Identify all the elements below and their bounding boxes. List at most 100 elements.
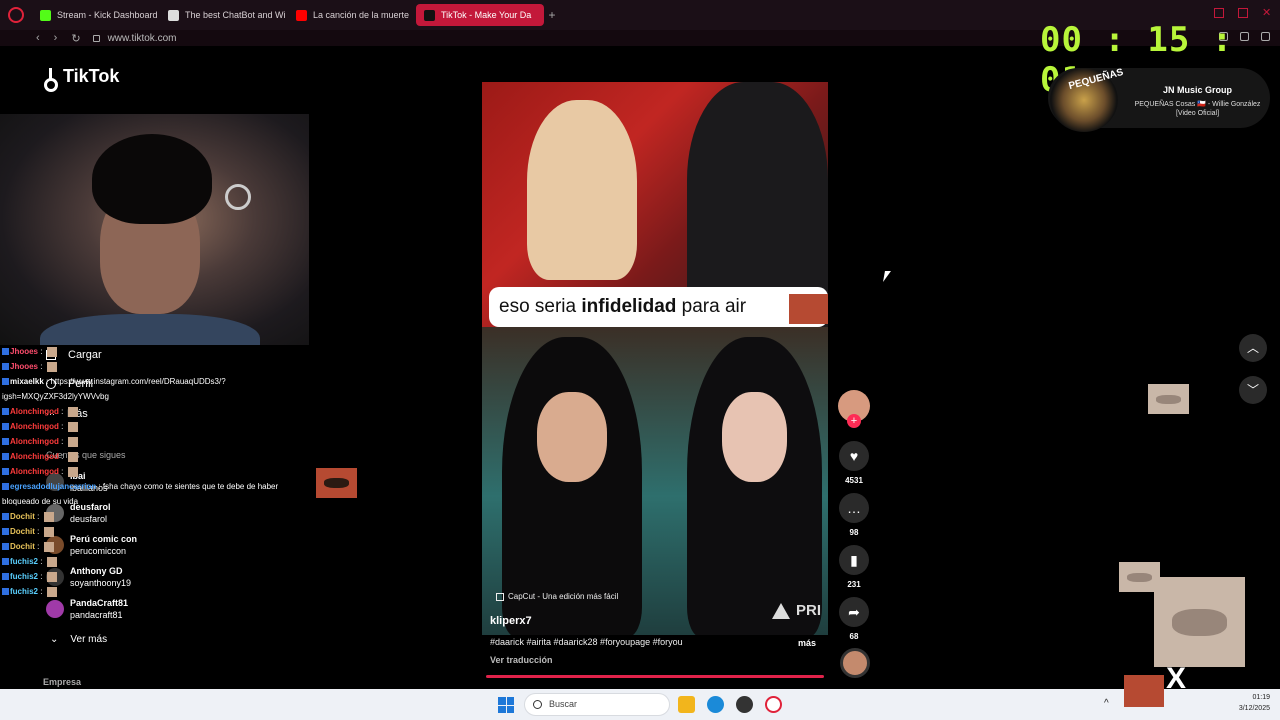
chat-username[interactable]: Alonchingod [10, 407, 59, 416]
chat-username[interactable]: fuchis2 [10, 587, 38, 596]
music-disc-icon[interactable] [840, 648, 870, 678]
cat-emote-image [1154, 577, 1245, 667]
chat-username[interactable]: Jhooes [10, 347, 38, 356]
chat-username[interactable]: Dochit [10, 512, 35, 521]
maximize-button[interactable] [1238, 8, 1248, 18]
chat-username[interactable]: Jhooes [10, 362, 38, 371]
video-hashtags[interactable]: #daarick #airita #daarick28 #foryoupage … [490, 637, 683, 647]
translate-link[interactable]: Ver traducción [490, 655, 553, 665]
chat-emote-icon [46, 361, 57, 372]
opera-logo-icon[interactable] [8, 7, 24, 23]
like-button[interactable]: ♥ 4531 [839, 441, 869, 485]
chat-message: fuchis2 : [2, 554, 302, 569]
window-controls: ✕ [1214, 8, 1272, 19]
chat-username[interactable]: fuchis2 [10, 557, 38, 566]
screen: Stream - Kick Dashboard The best ChatBot… [0, 0, 1280, 720]
comment-icon: … [839, 493, 869, 523]
chat-message: Alonchingod : [2, 464, 302, 479]
chat-username[interactable]: Alonchingod [10, 422, 59, 431]
previous-video-button[interactable]: ︿ [1239, 334, 1267, 362]
new-tab-button[interactable]: + [544, 7, 560, 23]
capcut-watermark: CapCut - Una edición más fácil [496, 592, 618, 601]
chevron-up-icon[interactable]: ^ [1104, 698, 1109, 709]
comment-button[interactable]: … 98 [839, 493, 869, 537]
chat-message: Dochit : [2, 539, 302, 554]
chat-message: Jhooes : [2, 359, 302, 374]
file-explorer-icon[interactable] [678, 696, 695, 713]
chat-emote-icon [67, 406, 78, 417]
chat-username[interactable]: Alonchingod [10, 452, 59, 461]
share-icon: ➦ [839, 597, 869, 627]
taskbar-emote-image [1124, 675, 1164, 707]
chat-text: bloqueado de su vida [2, 497, 79, 506]
video-progress-bar[interactable] [486, 675, 824, 678]
follow-plus-icon[interactable]: + [847, 414, 861, 428]
chat-message: igsh=MXQyZXF3d2lyYWVvbg [2, 389, 302, 404]
chat-badge-icon [2, 378, 9, 386]
tab-label: TikTok - Make Your Da [441, 10, 532, 20]
taskbar-clock[interactable]: 01:19 3/12/2025 [1239, 692, 1270, 714]
minimize-button[interactable] [1214, 8, 1224, 18]
chat-message: fuchis2 : [2, 569, 302, 584]
tiktok-note-icon [44, 67, 58, 92]
edge-browser-icon[interactable] [707, 696, 724, 713]
chat-message: Jhooes : [2, 344, 302, 359]
following-account[interactable]: PandaCraft81 pandacraft81 [46, 597, 128, 621]
chat-username[interactable]: Alonchingod [10, 467, 59, 476]
chat-badge-icon [2, 573, 9, 581]
chat-message: mixaelkk : https://www.instagram.com/ree… [2, 374, 302, 389]
chat-badge-icon [2, 468, 9, 476]
chevron-down-icon: ⌄ [50, 634, 59, 645]
company-link[interactable]: Empresa [43, 677, 81, 687]
chat-emote-icon [46, 346, 57, 357]
chat-emote-icon [67, 466, 78, 477]
chat-username[interactable]: Dochit [10, 527, 35, 536]
forward-icon[interactable]: › [54, 32, 58, 45]
close-window-button[interactable]: ✕ [1262, 8, 1272, 19]
tiktok-tab-icon [424, 9, 435, 21]
save-button[interactable]: ▮ 231 [839, 545, 869, 589]
see-more-button[interactable]: ⌄ Ver más [50, 634, 107, 645]
video-watermark: PRI [772, 602, 821, 619]
streamer-webcam [0, 114, 309, 345]
mouse-cursor-icon [883, 271, 891, 282]
next-video-button[interactable]: ﹀ [1239, 376, 1267, 404]
chat-message: Alonchingod : [2, 434, 302, 449]
chat-badge-icon [2, 453, 9, 461]
chat-message: Alonchingod : [2, 404, 302, 419]
taskbar-search-input[interactable]: Buscar [524, 693, 670, 716]
tiktok-logo[interactable]: TikTok [44, 66, 119, 92]
bookmark-icon: ▮ [839, 545, 869, 575]
video-player[interactable] [482, 82, 828, 635]
video-caption-overlay: eso seria infidelidad para air [489, 287, 828, 327]
chat-username[interactable]: egresadodlujancarrion [10, 482, 96, 491]
opera-taskbar-icon[interactable] [765, 696, 782, 713]
chat-message: bloqueado de su vida [2, 494, 302, 509]
share-button[interactable]: ➦ 68 [839, 597, 869, 641]
chat-emote-image [316, 468, 357, 498]
url-field[interactable]: www.tiktok.com [92, 33, 176, 44]
chat-emote-icon [46, 586, 57, 597]
back-icon[interactable]: ‹ [36, 32, 40, 45]
chat-message: Dochit : [2, 509, 302, 524]
obs-icon[interactable] [736, 696, 753, 713]
share-count: 68 [849, 632, 859, 641]
windows-start-icon[interactable] [498, 697, 514, 713]
more-description-button[interactable]: más [798, 638, 816, 648]
tab-kick-dashboard[interactable]: Stream - Kick Dashboard [32, 4, 160, 26]
tab-label: The best ChatBot and Wi [185, 10, 286, 20]
chat-username[interactable]: mixaelkk [10, 377, 44, 386]
tab-chatbot[interactable]: The best ChatBot and Wi [160, 4, 288, 26]
chat-text: fsha chayo como te sientes que te debe d… [102, 482, 279, 491]
tab-youtube[interactable]: La canción de la muerte [288, 4, 416, 26]
music-artist: JN Music Group [1162, 85, 1232, 95]
chat-username[interactable]: Alonchingod [10, 437, 59, 446]
reload-icon[interactable]: ↻ [71, 32, 80, 45]
album-cover-vinyl: PEQUEÑAS [1050, 67, 1125, 132]
chat-emote-icon [67, 451, 78, 462]
chat-username[interactable]: fuchis2 [10, 572, 38, 581]
tab-tiktok[interactable]: TikTok - Make Your Da [416, 4, 544, 26]
video-author[interactable]: kliperx7 [490, 615, 532, 627]
chat-username[interactable]: Dochit [10, 542, 35, 551]
chat-emote-icon [46, 571, 57, 582]
